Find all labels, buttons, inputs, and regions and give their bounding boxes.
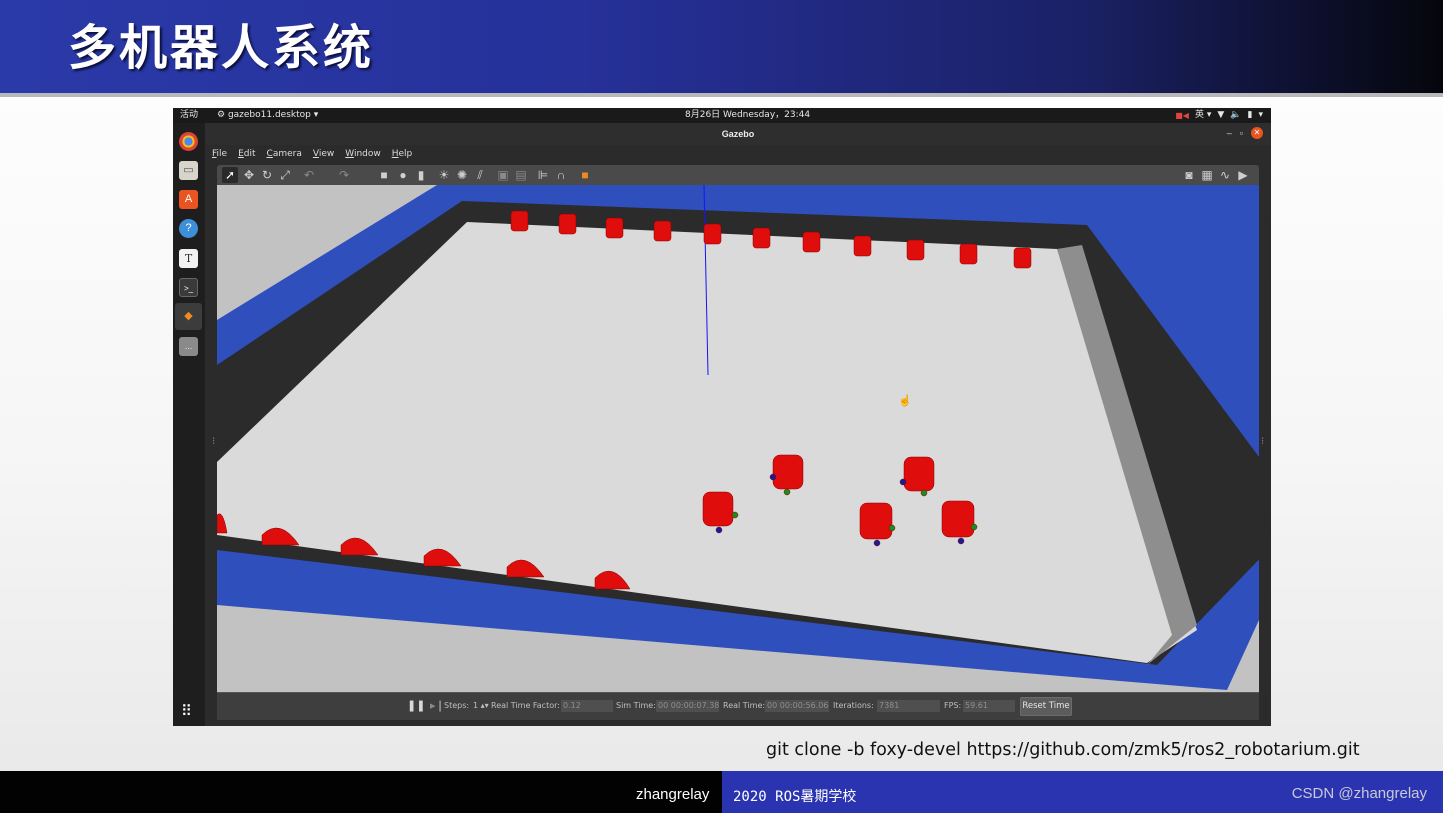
arena-scene: ☝ — [217, 185, 1259, 692]
menu-window[interactable]: Window — [345, 145, 381, 163]
files-icon[interactable]: ▭ — [179, 161, 198, 180]
video-icon[interactable]: ▶ — [1235, 167, 1251, 183]
reset-time-button[interactable]: Reset Time — [1020, 697, 1072, 716]
gazebo-icon[interactable]: ◆ — [175, 303, 202, 330]
sphere-icon[interactable]: ● — [395, 167, 411, 183]
log-icon[interactable]: ▦ — [1199, 167, 1215, 183]
directional-light-icon[interactable]: ⫽ — [472, 167, 488, 183]
activities-button[interactable]: 活动 — [180, 108, 198, 123]
redo-icon[interactable]: ↷ — [336, 167, 352, 183]
snap-icon[interactable]: ∩ — [553, 167, 569, 183]
software-center-icon[interactable]: A — [179, 190, 198, 209]
real-time-label: Real Time: — [723, 701, 766, 710]
menu-help[interactable]: Help — [392, 145, 413, 163]
wifi-icon: ▼ — [1217, 110, 1225, 120]
plot-icon[interactable]: ∿ — [1217, 167, 1233, 183]
scale-icon[interactable]: ⤢ — [277, 167, 293, 183]
gazebo-toolbar: ➚ ✥ ↻ ⤢ ↶ ↷ ■ ● ▮ ☀ ✺ ⫽ ▣ ▤ ⊫ ∩ ■ ◙ ▦ ∿ … — [217, 165, 1259, 185]
paste-icon[interactable]: ▤ — [513, 167, 529, 183]
right-panel-handle-icon[interactable]: ⁝ — [1261, 436, 1265, 450]
fps-value: 59.61 — [963, 700, 1015, 712]
battery-icon: ▮ — [1247, 110, 1253, 120]
steps-value[interactable]: 1 ▴▾ — [473, 701, 489, 710]
undo-icon[interactable]: ↶ — [301, 167, 317, 183]
cylinder-icon[interactable]: ▮ — [413, 167, 429, 183]
volume-icon: 🔈 — [1230, 110, 1242, 120]
terminal-icon[interactable]: >_ — [179, 278, 198, 297]
menu-camera[interactable]: Camera — [267, 145, 302, 163]
footer-event: 2020 ROS暑期学校 — [733, 789, 857, 805]
menu-edit[interactable]: Edit — [238, 145, 255, 163]
iterations-value: 7381 — [877, 700, 940, 712]
rtf-value: 0.12 — [561, 700, 613, 712]
header-rule — [0, 93, 1443, 97]
rotate-icon[interactable]: ↻ — [259, 167, 275, 183]
real-time-value: 00 00:00:56.065 — [765, 700, 829, 712]
minimize-icon[interactable]: – — [1227, 128, 1232, 138]
menu-file[interactable]: File — [212, 145, 227, 163]
box-icon[interactable]: ■ — [376, 167, 392, 183]
app-menu-label: gazebo11.desktop — [227, 110, 311, 120]
copy-icon[interactable]: ▣ — [495, 167, 511, 183]
window-controls: – ▫ ✕ — [1227, 127, 1263, 139]
desktop-screenshot: 活动 ⚙ gazebo11.desktop ▾ 8月26日 Wednesday，… — [173, 108, 1271, 726]
mouse-cursor-icon: ☝ — [898, 393, 912, 407]
rtf-label: Real Time Factor: — [491, 701, 560, 710]
git-clone-caption: git clone -b foxy-devel https://github.c… — [766, 740, 1360, 760]
iterations-label: Iterations: — [833, 701, 874, 710]
sim-time-label: Sim Time: — [616, 701, 656, 710]
menu-view[interactable]: View — [313, 145, 334, 163]
footer-author: zhangrelay — [636, 786, 710, 803]
change-view-icon[interactable]: ■ — [577, 167, 593, 183]
input-method-label: 英 — [1194, 110, 1204, 120]
pause-icon[interactable]: ❚❚ — [407, 699, 425, 712]
clock[interactable]: 8月26日 Wednesday，23:44 — [685, 108, 810, 123]
text-editor-icon[interactable]: T — [179, 249, 198, 268]
app-menu[interactable]: ⚙ gazebo11.desktop ▾ — [217, 108, 318, 123]
select-icon[interactable]: ➚ — [222, 167, 238, 183]
csdn-watermark: CSDN @zhangrelay — [1291, 785, 1427, 802]
maximize-icon[interactable]: ▫ — [1240, 128, 1243, 138]
point-light-icon[interactable]: ☀ — [436, 167, 452, 183]
menu-bar: File Edit Camera View Window Help — [205, 145, 1271, 163]
system-menu-chevron-icon[interactable]: ▾ — [1258, 108, 1263, 123]
align-icon[interactable]: ⊫ — [535, 167, 551, 183]
show-applications-icon[interactable]: ⠿ — [181, 702, 192, 720]
slide-title: 多机器人系统 — [68, 20, 375, 76]
apps-icon[interactable]: … — [179, 337, 198, 356]
screenshot-icon[interactable]: ◙ — [1181, 167, 1197, 183]
steps-value-text: 1 — [473, 701, 479, 710]
translate-icon[interactable]: ✥ — [241, 167, 257, 183]
spot-light-icon[interactable]: ✺ — [454, 167, 470, 183]
gazebo-3d-viewport[interactable]: ☝ — [217, 185, 1259, 692]
dock: ▭ A ? T >_ ◆ … ⠿ — [173, 123, 205, 726]
fps-label: FPS: — [944, 701, 962, 710]
left-panel-handle-icon[interactable]: ⁝ — [212, 436, 216, 450]
gnome-top-bar: 活动 ⚙ gazebo11.desktop ▾ 8月26日 Wednesday，… — [173, 108, 1271, 123]
system-tray[interactable]: ■◀ 英 ▾ ▼ 🔈 ▮ ▾ — [1175, 108, 1263, 123]
steps-label: Steps: — [444, 701, 470, 710]
close-icon[interactable]: ✕ — [1251, 127, 1263, 139]
help-icon[interactable]: ? — [179, 219, 198, 238]
input-method-indicator[interactable]: 英 ▾ — [1195, 108, 1211, 123]
sim-time-value: 00 00:00:07.381 — [656, 700, 719, 712]
step-icon[interactable]: ▸❙ — [430, 699, 445, 712]
status-bar: ❚❚ ▸❙ Steps: 1 ▴▾ Real Time Factor: 0.12… — [217, 692, 1259, 720]
window-title: Gazebo — [205, 123, 1271, 145]
recording-icon: ■◀ — [1175, 111, 1189, 120]
chrome-icon[interactable] — [179, 132, 198, 151]
